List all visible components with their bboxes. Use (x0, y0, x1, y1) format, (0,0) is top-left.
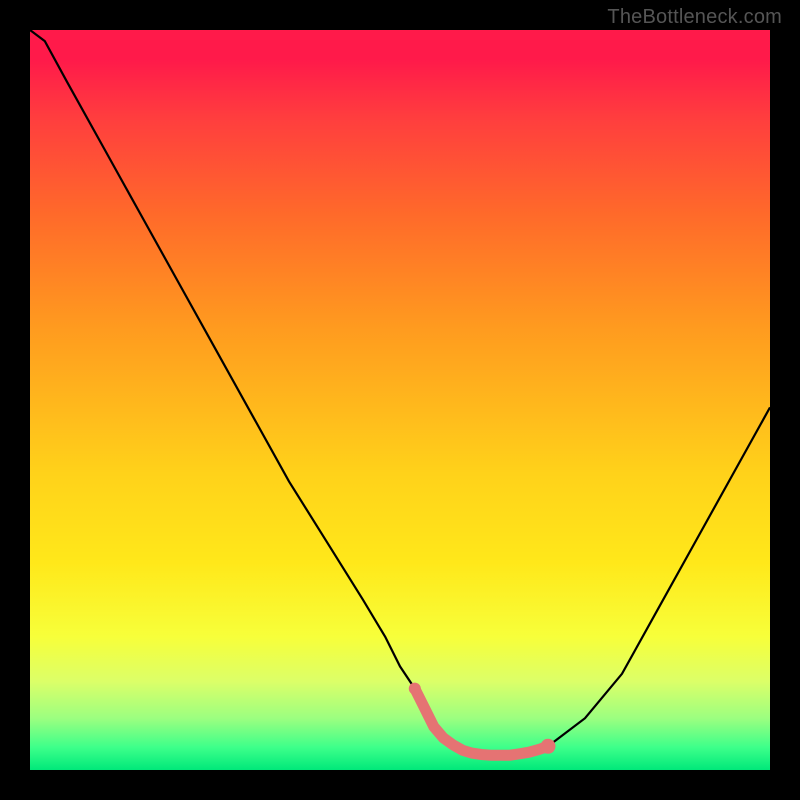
bottleneck-curve (30, 30, 770, 755)
curve-svg (30, 30, 770, 770)
chart-container: TheBottleneck.com (0, 0, 800, 800)
trough-highlight (415, 689, 548, 756)
watermark-text: TheBottleneck.com (607, 6, 782, 29)
trough-dot-right (541, 739, 556, 754)
plot-area (30, 30, 770, 770)
trough-dot-left (409, 683, 421, 695)
